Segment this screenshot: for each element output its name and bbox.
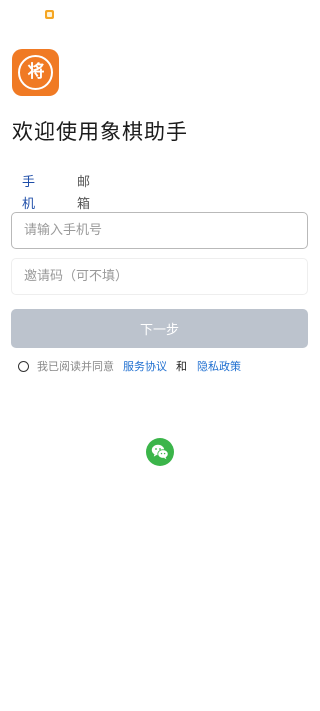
next-button[interactable]: 下一步 [11,309,308,348]
phone-input[interactable] [11,212,308,249]
agreement-and-text: 和 [176,360,187,373]
wechat-login-button[interactable] [146,438,174,466]
notification-icon [45,10,54,19]
logo-mark: 将 [27,62,45,82]
status-bar [0,0,320,28]
wechat-icon [151,444,169,460]
service-agreement-link[interactable]: 服务协议 [123,359,167,375]
app-logo: 将 [12,49,59,96]
tab-email[interactable]: 邮箱 [75,172,92,216]
agreement-text: 我已阅读并同意 [37,360,114,373]
invite-code-input[interactable] [11,258,308,295]
privacy-policy-link[interactable]: 隐私政策 [197,359,241,375]
page-title: 欢迎使用象棋助手 [12,120,188,144]
agree-checkbox[interactable] [18,361,29,372]
